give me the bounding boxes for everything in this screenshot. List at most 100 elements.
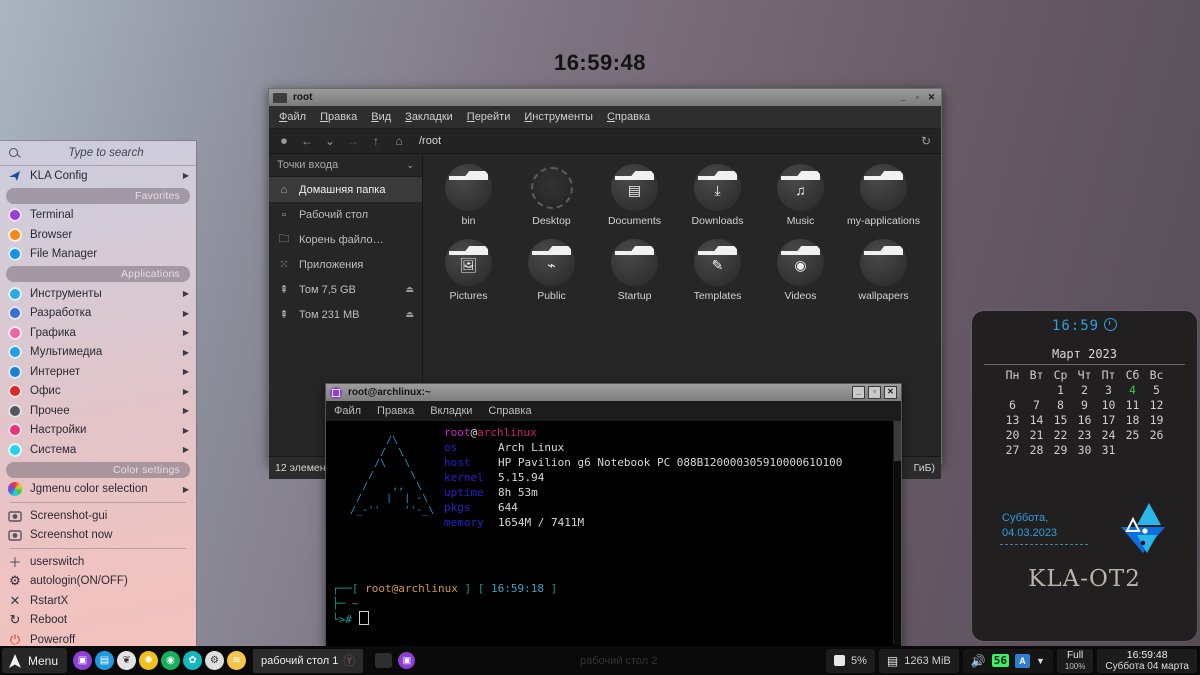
menu-item-autologin-on-off-[interactable]: ⚙ autologin(ON/OFF) (0, 572, 196, 592)
file-manager-pathbar[interactable]: ⏺ ← ⌄ → ↑ ⌂ /root ↻ (269, 129, 941, 154)
window-list[interactable]: рабочий стол 1 Ⓨ ▣ (253, 648, 416, 673)
terminal-menu-правка[interactable]: Правка (377, 405, 414, 417)
home-icon[interactable]: ⌂ (392, 134, 406, 148)
chevron-down-icon[interactable]: ▼ (1036, 656, 1045, 666)
task-button-desktop1[interactable]: рабочий стол 1 Ⓨ (253, 648, 364, 673)
chevron-down-icon[interactable]: ⌄ (406, 160, 414, 171)
start-menu-button[interactable]: Menu (2, 648, 68, 673)
menu-справка[interactable]: Справка (607, 111, 650, 123)
sidebar-item-home[interactable]: ⌂ Домашняя папка (269, 177, 422, 202)
terminal-menu-файл[interactable]: Файл (334, 405, 361, 417)
menu-инструменты[interactable]: Инструменты (524, 111, 593, 123)
eject-icon[interactable]: ⏏ (405, 284, 414, 295)
task-icon-filemanager[interactable] (375, 653, 393, 668)
battery-indicator[interactable]: Full 100% (1056, 648, 1094, 673)
menu-item-kla-config[interactable]: KLA Config ▶ (0, 166, 196, 186)
menu-item-category[interactable]: Система ▶ (0, 440, 196, 460)
forward-icon[interactable]: → (346, 134, 360, 148)
menu-item-category[interactable]: Мультимедиа ▶ (0, 343, 196, 363)
menu-item-category[interactable]: Настройки ▶ (0, 421, 196, 441)
eject-icon[interactable]: ⏏ (405, 309, 414, 320)
back-icon[interactable]: ← (300, 134, 314, 148)
terminal-launcher[interactable]: ▣ (73, 651, 93, 670)
menu-item-category[interactable]: Графика ▶ (0, 323, 196, 343)
history-dropdown-icon[interactable]: ⌄ (323, 134, 337, 148)
close-button[interactable]: ✕ (926, 92, 937, 103)
terminal-menu-справка[interactable]: Справка (488, 405, 531, 417)
terminal-titlebar[interactable]: root@archlinux:~ _ ▫ ✕ (326, 384, 901, 401)
memory-monitor[interactable]: ▤ 1263 MiB (878, 648, 959, 673)
menu-item-category[interactable]: Инструменты ▶ (0, 284, 196, 304)
terminal-screen[interactable]: /\ / \ /\ \ / \ / ,, \ / | | -\ /_-'' ''… (326, 421, 901, 645)
file-item[interactable]: Desktop (510, 164, 593, 227)
menu-item-category[interactable]: Офис ▶ (0, 382, 196, 402)
file-item[interactable]: ▤ Documents (593, 164, 676, 227)
file-item[interactable]: wallpapers (842, 239, 925, 302)
sidebar-item-folder[interactable]: 🗀 Корень файло… (269, 227, 422, 252)
minimize-button[interactable]: _ (852, 386, 865, 399)
terminal-scrollbar[interactable] (893, 421, 901, 645)
task-icon-terminal[interactable]: ▣ (398, 652, 416, 669)
volume-icon[interactable]: 🔊 (971, 654, 986, 668)
volume-value[interactable]: 56 (991, 654, 1009, 667)
menu-item-userswitch[interactable]: ＋ userswitch (0, 552, 196, 572)
layers-launcher[interactable]: ≋ (227, 651, 247, 670)
menu-файл[interactable]: Файл (279, 111, 306, 123)
maximize-button[interactable]: ▫ (912, 92, 923, 103)
file-item[interactable]: Startup (593, 239, 676, 302)
menu-перейти[interactable]: Перейти (467, 111, 511, 123)
system-tray[interactable]: 5% ▤ 1263 MiB 🔊 56 A ▼ Full 100% 16:59:4… (822, 648, 1197, 673)
menu-item-rstartx[interactable]: ✕ RstartX (0, 591, 196, 611)
menu-item-browser[interactable]: Browser (0, 225, 196, 245)
menu-item-terminal[interactable]: Terminal (0, 206, 196, 226)
menu-item-reboot[interactable]: ↻ Reboot (0, 611, 196, 631)
screenshot-launcher[interactable]: ◉ (161, 651, 181, 670)
close-button[interactable]: ✕ (884, 386, 897, 399)
application-menu[interactable]: Type to search KLA Config ▶ Favorites Te… (0, 141, 196, 647)
path-input[interactable]: /root (415, 135, 910, 147)
terminal-window[interactable]: root@archlinux:~ _ ▫ ✕ Файл Правка Вкладки… (325, 383, 902, 648)
maximize-button[interactable]: ▫ (868, 386, 881, 399)
file-item[interactable]: ♫ Music (759, 164, 842, 227)
file-item[interactable]: ⌁ Public (510, 239, 593, 302)
sidebar-item-apps-grid[interactable]: ⁙ Приложения (269, 252, 422, 277)
settings-launcher[interactable]: ✿ (183, 651, 203, 670)
menu-item-category[interactable]: Разработка ▶ (0, 304, 196, 324)
up-icon[interactable]: ↑ (369, 134, 383, 148)
launcher-bar[interactable]: ▣ ▤ ❦ ✺ ◉ ✿ ⚙ ≋ (73, 651, 247, 670)
file-manager-launcher[interactable]: ▤ (95, 651, 115, 670)
menu-правка[interactable]: Правка (320, 111, 357, 123)
minimize-button[interactable]: _ (898, 92, 909, 103)
reload-icon[interactable]: ↻ (919, 134, 933, 148)
file-manager-menubar[interactable]: Файл Правка Вид Закладки Перейти Инструменты С… (269, 106, 941, 129)
menu-item-jgmenu-color-selection[interactable]: Jgmenu color selection ▶ (0, 480, 196, 500)
menu-item-category[interactable]: Интернет ▶ (0, 362, 196, 382)
search-input[interactable]: Type to search (22, 147, 190, 159)
sidebar-item-desktop[interactable]: ▫ Рабочий стол (269, 202, 422, 227)
cherrytree-launcher[interactable]: ❦ (117, 651, 137, 670)
file-manager-titlebar[interactable]: root _ ▫ ✕ (269, 89, 941, 106)
menu-item-file-manager[interactable]: File Manager (0, 245, 196, 265)
file-item[interactable]: bin (427, 164, 510, 227)
menu-search-row[interactable]: Type to search (0, 141, 196, 166)
clock-widget[interactable]: 16:59:48 Суббота 04 марта (1097, 648, 1197, 673)
tray-icons[interactable]: 🔊 56 A ▼ (962, 648, 1053, 673)
terminal-menu-вкладки[interactable]: Вкладки (430, 405, 472, 417)
file-item[interactable]: ✎ Templates (676, 239, 759, 302)
file-item[interactable]: my-applications (842, 164, 925, 227)
stop-icon[interactable]: ⏺ (277, 134, 291, 149)
updates-launcher[interactable]: ⚙ (205, 651, 225, 670)
gimp-launcher[interactable]: ✺ (139, 651, 159, 670)
menu-item-screenshot-now[interactable]: Screenshot now (0, 526, 196, 546)
sidebar-header[interactable]: Точки входа ⌄ (269, 154, 422, 177)
keyboard-layout-icon[interactable]: A (1014, 653, 1030, 668)
cpu-monitor[interactable]: 5% (826, 648, 875, 673)
sidebar-item-usb[interactable]: ⇞ Том 7,5 GB ⏏ (269, 277, 422, 302)
menu-item-screenshot-gui[interactable]: Screenshot-gui (0, 506, 196, 526)
sidebar-item-usb[interactable]: ⇞ Том 231 MB ⏏ (269, 302, 422, 327)
file-item[interactable]: 🖼 Pictures (427, 239, 510, 302)
menu-закладки[interactable]: Закладки (405, 111, 453, 123)
terminal-menubar[interactable]: Файл Правка Вкладки Справка (326, 401, 901, 421)
taskbar[interactable]: Menu ▣ ▤ ❦ ✺ ◉ ✿ ⚙ ≋ рабочий стол 1 Ⓨ ▣ рабочий… (0, 646, 1200, 675)
menu-item-category[interactable]: Прочее ▶ (0, 401, 196, 421)
